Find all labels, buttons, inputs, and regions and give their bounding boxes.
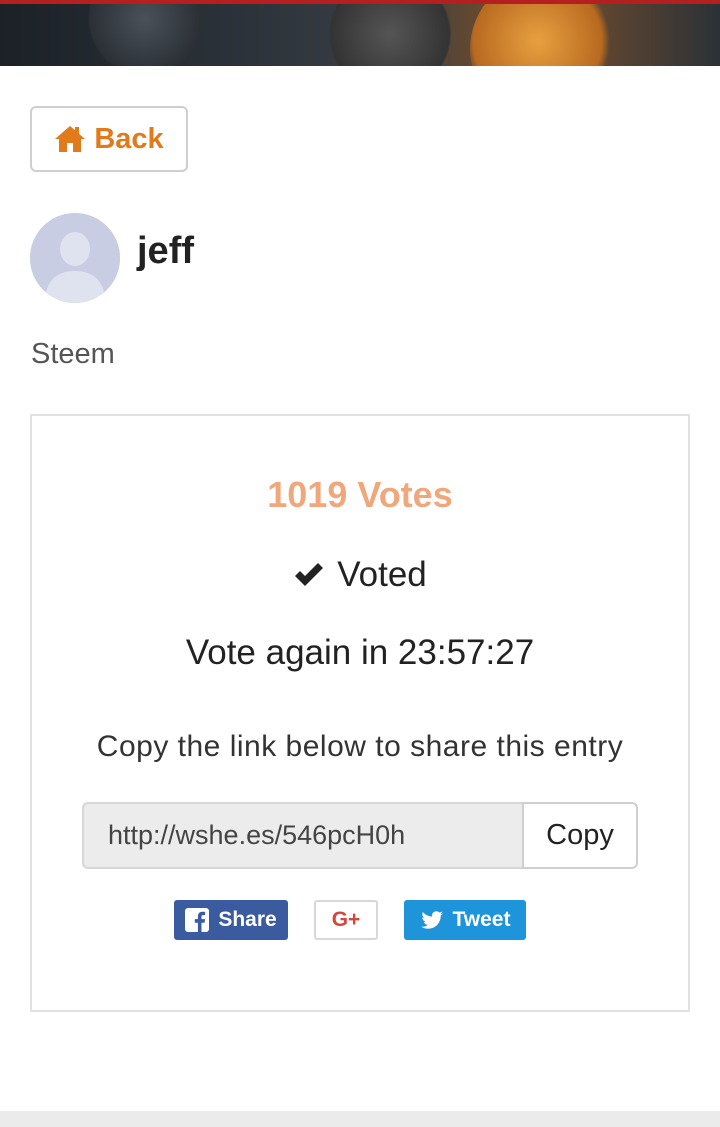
google-plus-share-button[interactable]: G+ [314, 900, 378, 940]
vote-count: 1019 Votes [267, 474, 453, 515]
coin-graphic [320, 4, 460, 66]
twitter-icon [420, 911, 443, 929]
share-prompt: Copy the link below to share this entry [96, 730, 624, 763]
google-plus-icon: G+ [331, 908, 361, 931]
facebook-share-label: Share [218, 908, 277, 931]
coin-graphic [80, 4, 210, 66]
entry-category: Steem [31, 338, 115, 370]
back-button-label: Back [94, 122, 164, 155]
facebook-icon [185, 908, 210, 932]
twitter-tweet-button[interactable]: Tweet [404, 900, 526, 940]
copy-button[interactable]: Copy [522, 802, 638, 869]
default-user-icon [30, 213, 120, 303]
facebook-share-button[interactable]: Share [174, 900, 288, 940]
home-icon [55, 126, 86, 152]
checkmark-icon [295, 563, 324, 586]
back-button[interactable]: Back [30, 106, 188, 172]
header-banner [0, 0, 720, 66]
vote-countdown: Vote again in 23:57:27 [185, 633, 535, 672]
twitter-tweet-label: Tweet [452, 908, 511, 931]
share-link-input[interactable] [82, 802, 522, 869]
footer-bar [0, 1111, 720, 1127]
username: jeff [137, 230, 194, 272]
share-link-group: Copy [82, 802, 638, 869]
avatar [30, 213, 120, 303]
voted-label: Voted [337, 555, 427, 594]
voted-status: Voted [0, 555, 720, 595]
bitcoin-coin-graphic [470, 4, 620, 66]
